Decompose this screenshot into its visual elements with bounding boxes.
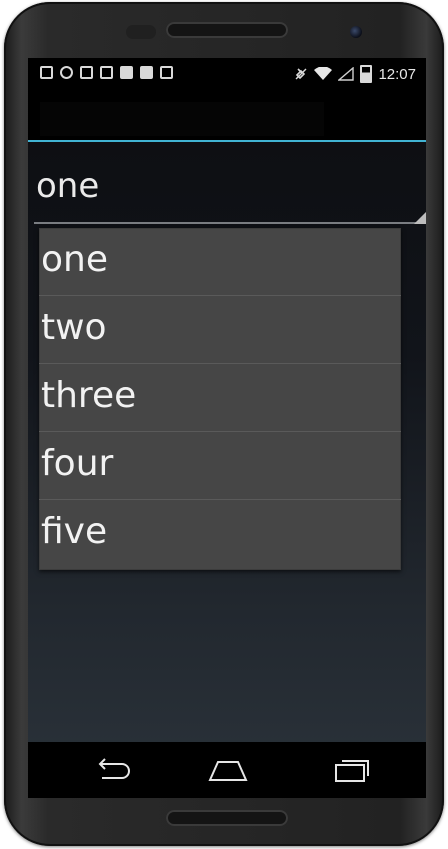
- spinner-selected-value: one: [36, 166, 100, 206]
- status-bar-notifications: [40, 66, 173, 79]
- dropdown-item-four[interactable]: four: [39, 432, 401, 500]
- signal-icon: [338, 67, 355, 81]
- status-bar: 12:07: [28, 58, 426, 92]
- download-icon: [80, 66, 93, 79]
- image-icon: [100, 66, 113, 79]
- front-camera: [350, 26, 362, 38]
- battery-icon: [360, 65, 373, 83]
- bottom-speaker-grille: [166, 810, 288, 826]
- check-bag-icon: [160, 66, 173, 79]
- phone-device-frame: 12:07 one one two three four five: [4, 2, 444, 846]
- notification-icon: [40, 66, 53, 79]
- home-icon[interactable]: [206, 756, 250, 784]
- wifi-icon: [314, 67, 333, 80]
- spinner-dropdown-list: one two three four five: [39, 228, 401, 570]
- navigation-bar: [28, 742, 426, 798]
- action-bar: [28, 92, 426, 140]
- top-speaker-grille: [166, 22, 288, 38]
- barcode-icon: [120, 66, 133, 79]
- dropdown-item-one[interactable]: one: [39, 228, 401, 296]
- status-bar-system: 12:07: [294, 65, 416, 83]
- spinner[interactable]: one: [34, 154, 426, 224]
- action-bar-title-area: [40, 102, 324, 136]
- dropdown-item-three[interactable]: three: [39, 364, 401, 432]
- dropdown-item-two[interactable]: two: [39, 296, 401, 364]
- screen: 12:07 one one two three four five: [28, 58, 426, 798]
- mute-icon: [295, 68, 307, 80]
- proximity-sensor: [126, 25, 156, 39]
- action-bar-divider: [28, 140, 426, 142]
- settings-icon: [60, 66, 73, 79]
- spinner-dropdown-indicator-icon: [414, 212, 426, 224]
- dropdown-item-five[interactable]: five: [39, 500, 401, 568]
- back-icon[interactable]: [90, 756, 134, 784]
- bag-icon: [140, 66, 153, 79]
- recent-apps-icon[interactable]: [330, 756, 374, 784]
- status-time: 12:07: [378, 65, 416, 83]
